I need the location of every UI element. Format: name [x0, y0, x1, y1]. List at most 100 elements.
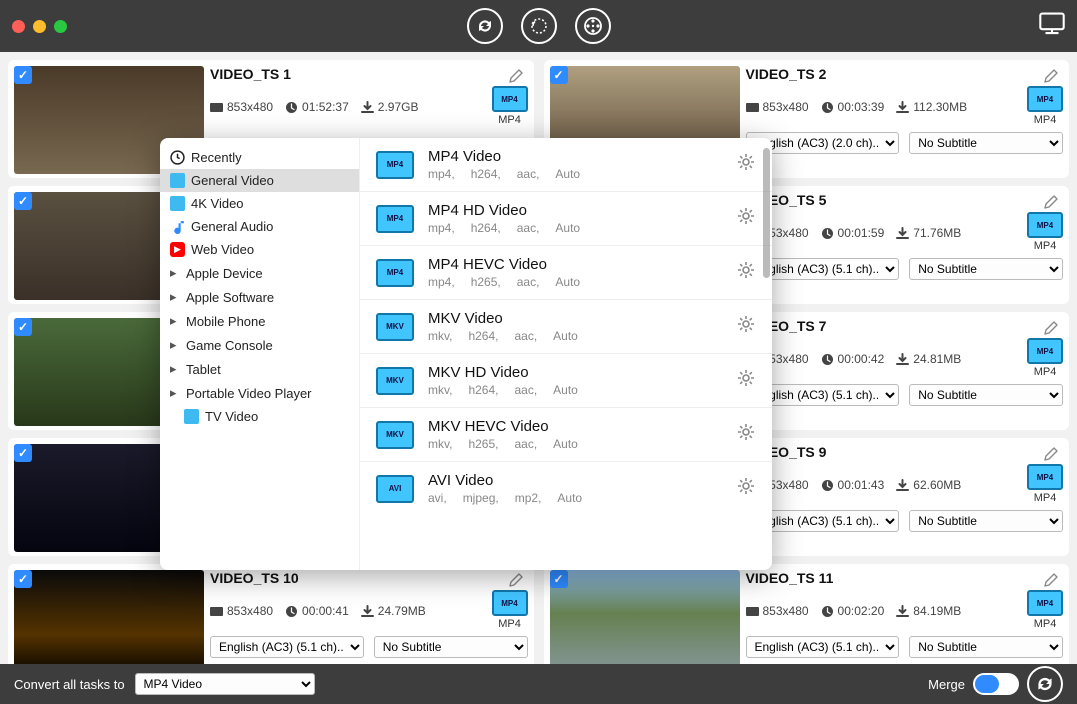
format-row[interactable]: MKV MKV Video mkv,h264,aac,Auto: [360, 300, 772, 354]
edit-pen-icon[interactable]: [1043, 320, 1059, 341]
format-row[interactable]: MP4 MP4 HD Video mp4,h264,aac,Auto: [360, 192, 772, 246]
convert-all-label: Convert all tasks to: [14, 677, 125, 692]
category-general_video[interactable]: General Video: [160, 169, 359, 192]
format-settings-gear-icon[interactable]: [736, 260, 756, 285]
media-library-icon[interactable]: [1039, 11, 1065, 42]
output-format-badge[interactable]: MP4 MP4: [1027, 212, 1063, 252]
convert-tab-icon[interactable]: [467, 8, 503, 44]
category-label: Tablet: [186, 362, 221, 377]
audio-track-select[interactable]: English (AC3) (5.1 ch)...: [210, 636, 364, 658]
filesize-stat: 2.97GB: [361, 100, 419, 114]
edit-pen-icon[interactable]: [1043, 194, 1059, 215]
format-settings-gear-icon[interactable]: [736, 476, 756, 501]
format-settings-gear-icon[interactable]: [736, 206, 756, 231]
output-format-badge[interactable]: MP4 MP4: [1027, 590, 1063, 630]
format-settings-gear-icon[interactable]: [736, 152, 756, 177]
category-game_console[interactable]: ▸ Game Console: [160, 333, 359, 357]
category-tv_video[interactable]: TV Video: [160, 405, 359, 428]
output-format-badge[interactable]: MP4 MP4: [492, 590, 528, 630]
format-file-icon: MP4: [376, 259, 414, 287]
format-row[interactable]: MKV MKV HEVC Video mkv,h265,aac,Auto: [360, 408, 772, 462]
category-label: Apple Software: [186, 290, 274, 305]
resolution-stat: 853x480: [210, 604, 273, 618]
category-mobile_phone[interactable]: ▸Mobile Phone: [160, 309, 359, 333]
start-convert-button[interactable]: [1027, 666, 1063, 702]
video-card[interactable]: ✓ VIDEO_TS 10 853x480 00:00:41 24.79MB M…: [8, 564, 534, 664]
filesize-stat: 71.76MB: [896, 226, 961, 240]
category-portable_player[interactable]: ▸Portable Video Player: [160, 381, 359, 405]
category-general_audio[interactable]: General Audio: [160, 215, 359, 238]
duration-stat: 00:01:43: [821, 478, 885, 492]
format-row[interactable]: AVI AVI Video avi,mjpeg,mp2,Auto: [360, 462, 772, 515]
format-category-list: Recently General Video 4K VideoGeneral Aud…: [160, 138, 360, 570]
minimize-window-button[interactable]: [33, 20, 46, 33]
merge-toggle[interactable]: [973, 673, 1019, 695]
edit-pen-icon[interactable]: [508, 68, 524, 89]
category-label: Game Console: [186, 338, 273, 353]
output-format-badge[interactable]: MP4 MP4: [1027, 86, 1063, 126]
video-stats: 853x480 00:01:59 71.76MB MP4 MP4: [746, 214, 1064, 252]
category-4k_video[interactable]: 4K Video: [160, 192, 359, 215]
category-tablet[interactable]: ▸Tablet: [160, 357, 359, 381]
checkbox-checked-icon[interactable]: ✓: [14, 318, 32, 336]
video-card[interactable]: ✓ VIDEO_TS 11 853x480 00:02:20 84.19MB M…: [544, 564, 1070, 664]
youtube-icon: ▶: [170, 242, 185, 257]
format-title: MKV HD Video: [428, 364, 578, 381]
category-apple_device[interactable]: ▸Apple Device: [160, 261, 359, 285]
format-title: MKV HEVC Video: [428, 418, 578, 435]
format-row[interactable]: MKV MKV HD Video mkv,h264,aac,Auto: [360, 354, 772, 408]
scrollbar-thumb[interactable]: [763, 148, 770, 278]
edit-pen-icon[interactable]: [1043, 572, 1059, 593]
checkbox-checked-icon[interactable]: ✓: [14, 444, 32, 462]
category-web_video[interactable]: ▶ Web Video: [160, 238, 359, 261]
video-title: VIDEO_TS 5: [746, 192, 1064, 208]
format-subtitle: mkv,h264,aac,Auto: [428, 383, 578, 397]
format-row[interactable]: MP4 MP4 Video mp4,h264,aac,Auto: [360, 138, 772, 192]
subtitle-select[interactable]: No Subtitle: [909, 636, 1063, 658]
subtitle-select[interactable]: No Subtitle: [374, 636, 528, 658]
format-settings-gear-icon[interactable]: [736, 422, 756, 447]
checkbox-checked-icon[interactable]: ✓: [550, 66, 568, 84]
format-settings-gear-icon[interactable]: [736, 314, 756, 339]
format-file-icon: MKV: [376, 313, 414, 341]
video-stats: 853x480 00:00:42 24.81MB MP4 MP4: [746, 340, 1064, 378]
checkbox-checked-icon[interactable]: ✓: [14, 66, 32, 84]
subtitle-select[interactable]: No Subtitle: [909, 132, 1063, 154]
format-subtitle: mkv,h265,aac,Auto: [428, 437, 578, 451]
subtitle-select[interactable]: No Subtitle: [909, 258, 1063, 280]
close-window-button[interactable]: [12, 20, 25, 33]
category-label: General Video: [191, 173, 274, 188]
video-thumbnail[interactable]: ✓: [14, 570, 204, 664]
chevron-right-icon: ▸: [170, 337, 180, 353]
format-row[interactable]: MP4 MP4 HEVC Video mp4,h265,aac,Auto: [360, 246, 772, 300]
toolbox-tab-icon[interactable]: [575, 8, 611, 44]
convert-all-select[interactable]: MP4 Video: [135, 673, 315, 695]
audio-track-select[interactable]: English (AC3) (5.1 ch)...: [746, 636, 900, 658]
edit-pen-icon[interactable]: [508, 572, 524, 593]
category-apple_software[interactable]: ▸Apple Software: [160, 285, 359, 309]
category-label: Web Video: [191, 242, 254, 257]
format-icon: MP4: [1027, 464, 1063, 490]
checkbox-checked-icon[interactable]: ✓: [14, 570, 32, 588]
checkbox-checked-icon[interactable]: ✓: [14, 192, 32, 210]
format-file-icon: AVI: [376, 475, 414, 503]
format-settings-gear-icon[interactable]: [736, 368, 756, 393]
video-stats: 853x480 00:01:43 62.60MB MP4 MP4: [746, 466, 1064, 504]
video-thumbnail[interactable]: ✓: [550, 570, 740, 664]
checkbox-checked-icon[interactable]: ✓: [550, 570, 568, 588]
download-tab-icon[interactable]: [521, 8, 557, 44]
edit-pen-icon[interactable]: [1043, 68, 1059, 89]
format-icon: MP4: [1027, 338, 1063, 364]
subtitle-select[interactable]: No Subtitle: [909, 510, 1063, 532]
filesize-stat: 84.19MB: [896, 604, 961, 618]
subtitle-select[interactable]: No Subtitle: [909, 384, 1063, 406]
maximize-window-button[interactable]: [54, 20, 67, 33]
output-format-badge[interactable]: MP4 MP4: [1027, 338, 1063, 378]
output-format-badge[interactable]: MP4 MP4: [492, 86, 528, 126]
category-recently[interactable]: Recently: [160, 146, 359, 169]
duration-stat: 00:01:59: [821, 226, 885, 240]
edit-pen-icon[interactable]: [1043, 446, 1059, 467]
format-file-icon: MP4: [376, 151, 414, 179]
video-stats: 853x480 00:03:39 112.30MB MP4 MP4: [746, 88, 1064, 126]
output-format-badge[interactable]: MP4 MP4: [1027, 464, 1063, 504]
